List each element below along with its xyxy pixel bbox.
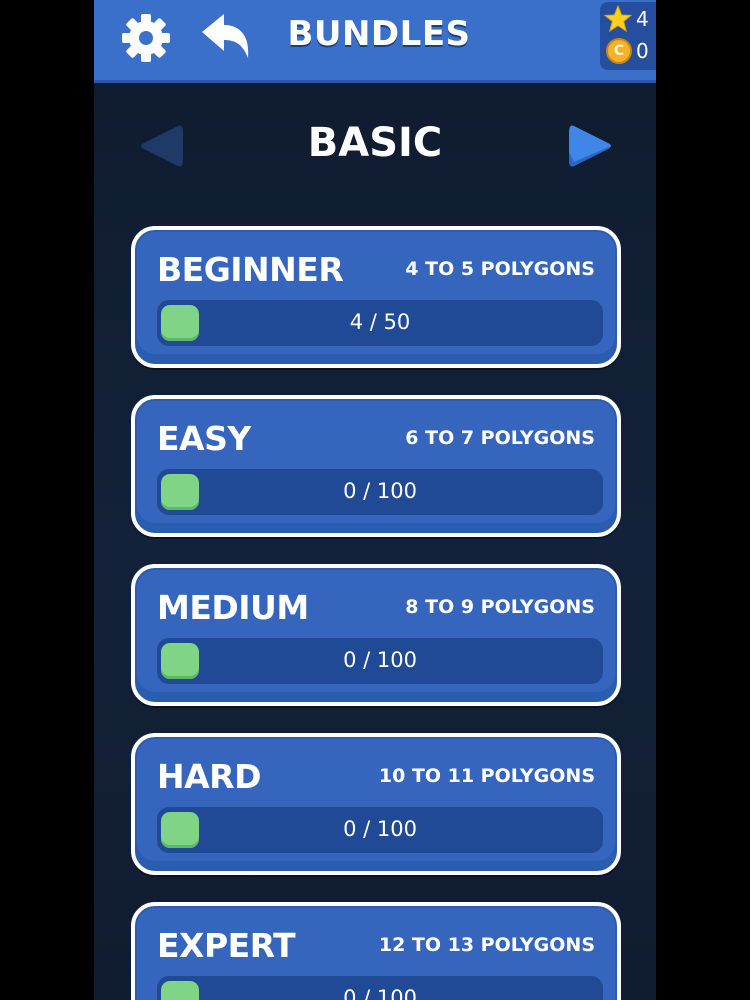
bundle-polygon-range: 4 TO 5 POLYGONS — [405, 258, 595, 280]
back-arrow-icon — [202, 14, 249, 58]
bundle-card-body: MEDIUM 8 TO 9 POLYGONS 0 / 100 — [137, 570, 615, 692]
bundle-polygon-range: 8 TO 9 POLYGONS — [405, 596, 595, 618]
progress-text: 0 / 100 — [343, 648, 417, 672]
currency-panel: 4 C 0 — [600, 2, 656, 70]
page-title: BUNDLES — [287, 14, 471, 54]
star-count: 4 — [636, 7, 649, 31]
progress-bar: 0 / 100 — [157, 469, 603, 515]
coin-count: 0 — [636, 39, 649, 63]
progress-bar: 0 / 100 — [157, 807, 603, 853]
bundle-card-body: EASY 6 TO 7 POLYGONS 0 / 100 — [137, 401, 615, 523]
settings-button[interactable] — [120, 12, 172, 64]
bundle-name: EASY — [157, 419, 251, 458]
top-bar: BUNDLES 4 C 0 — [94, 0, 656, 80]
progress-text: 0 / 100 — [343, 817, 417, 841]
gear-icon — [122, 14, 170, 62]
bundle-card-medium[interactable]: MEDIUM 8 TO 9 POLYGONS 0 / 100 — [131, 564, 621, 706]
bundle-name: HARD — [157, 757, 261, 796]
game-screen: BUNDLES 4 C 0 BASIC BEGINNER 4 TO 5 POLY… — [94, 0, 656, 1000]
chevron-left-icon — [141, 125, 183, 167]
progress-bar: 0 / 100 — [157, 638, 603, 684]
category-title: BASIC — [307, 120, 443, 166]
chevron-right-icon — [569, 125, 611, 167]
bundle-polygon-range: 10 TO 11 POLYGONS — [378, 765, 595, 787]
progress-text: 0 / 100 — [343, 986, 417, 1000]
coin-counter: C 0 — [604, 37, 654, 67]
bundle-card-easy[interactable]: EASY 6 TO 7 POLYGONS 0 / 100 — [131, 395, 621, 537]
bundle-card-body: EXPERT 12 TO 13 POLYGONS 0 / 100 — [137, 908, 615, 1000]
bundle-card-beginner[interactable]: BEGINNER 4 TO 5 POLYGONS 4 / 50 — [131, 226, 621, 368]
star-counter: 4 — [604, 5, 654, 35]
back-button[interactable] — [198, 12, 254, 64]
bundle-polygon-range: 6 TO 7 POLYGONS — [405, 427, 595, 449]
bundle-card-body: BEGINNER 4 TO 5 POLYGONS 4 / 50 — [137, 232, 615, 354]
bundle-name: BEGINNER — [157, 250, 344, 289]
star-icon — [604, 5, 632, 33]
progress-text: 0 / 100 — [343, 479, 417, 503]
bundle-card-hard[interactable]: HARD 10 TO 11 POLYGONS 0 / 100 — [131, 733, 621, 875]
next-category-button[interactable] — [568, 122, 614, 170]
category-selector: BASIC — [94, 112, 656, 182]
progress-text: 4 / 50 — [349, 310, 411, 334]
progress-bar: 0 / 100 — [157, 976, 603, 1000]
bundle-polygon-range: 12 TO 13 POLYGONS — [378, 934, 595, 956]
bundle-card-body: HARD 10 TO 11 POLYGONS 0 / 100 — [137, 739, 615, 861]
progress-bar: 4 / 50 — [157, 300, 603, 346]
bundle-name: EXPERT — [157, 926, 296, 965]
prev-category-button[interactable] — [138, 122, 184, 170]
coin-icon: C — [606, 38, 632, 64]
bundle-name: MEDIUM — [157, 588, 309, 627]
bundle-card-expert[interactable]: EXPERT 12 TO 13 POLYGONS 0 / 100 — [131, 902, 621, 1000]
